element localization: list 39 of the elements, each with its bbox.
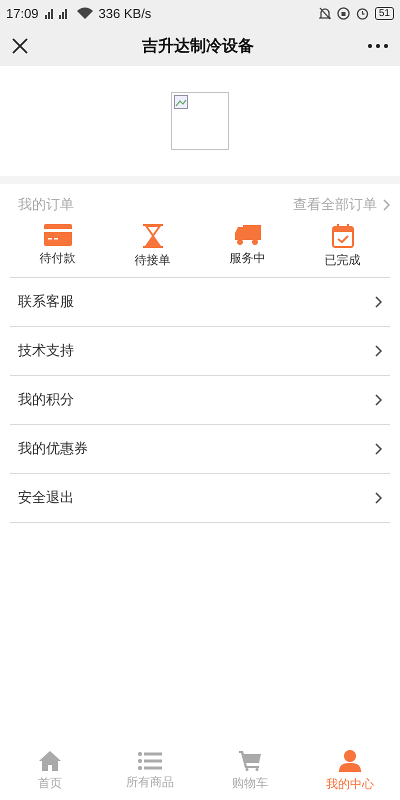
alarm-icon — [356, 6, 369, 20]
menu-label: 技术支持 — [18, 342, 74, 360]
chevron-right-icon — [375, 394, 382, 406]
broken-image-icon — [174, 95, 188, 109]
menu-item[interactable]: 技术支持 — [10, 327, 390, 376]
order-status-label[interactable]: 待付款 — [40, 250, 76, 267]
close-icon[interactable] — [12, 38, 28, 54]
menu-label: 我的积分 — [18, 391, 74, 409]
home-icon — [39, 750, 61, 770]
page-title: 吉升达制冷设备 — [142, 36, 254, 56]
calendar-check-icon — [332, 224, 354, 248]
more-icon[interactable] — [368, 44, 388, 48]
bell-off-icon — [318, 6, 331, 20]
network-speed: 336 KB/s — [98, 6, 152, 20]
truck-icon — [234, 224, 260, 246]
menu-item[interactable]: 我的优惠券 — [10, 425, 390, 474]
order-status-label[interactable]: 服务中 — [230, 250, 266, 267]
chevron-right-icon — [375, 443, 382, 455]
chevron-right-icon — [375, 296, 382, 308]
cart-icon — [239, 750, 261, 770]
user-icon — [339, 750, 361, 772]
menu-label: 联系客服 — [18, 293, 74, 311]
menu-label: 安全退出 — [18, 489, 74, 507]
section-title: 我的订单 — [18, 196, 74, 214]
menu-label: 我的优惠券 — [18, 440, 88, 458]
order-status-label[interactable]: 已完成 — [324, 252, 360, 269]
battery-level: 51 — [374, 6, 394, 20]
menu-item[interactable]: 联系客服 — [10, 278, 390, 327]
chevron-right-icon — [375, 345, 382, 357]
menu-item[interactable]: 我的积分 — [10, 376, 390, 425]
list-icon — [138, 752, 162, 770]
wifi-icon — [76, 7, 93, 19]
order-status-label[interactable]: 待接单 — [134, 252, 170, 269]
chevron-right-icon — [375, 492, 382, 504]
status-time: 17:09 — [6, 6, 39, 20]
chevron-right-icon — [383, 199, 390, 211]
hourglass-icon — [142, 224, 162, 248]
credit-card-icon — [44, 224, 72, 246]
menu-item[interactable]: 安全退出 — [10, 474, 390, 523]
